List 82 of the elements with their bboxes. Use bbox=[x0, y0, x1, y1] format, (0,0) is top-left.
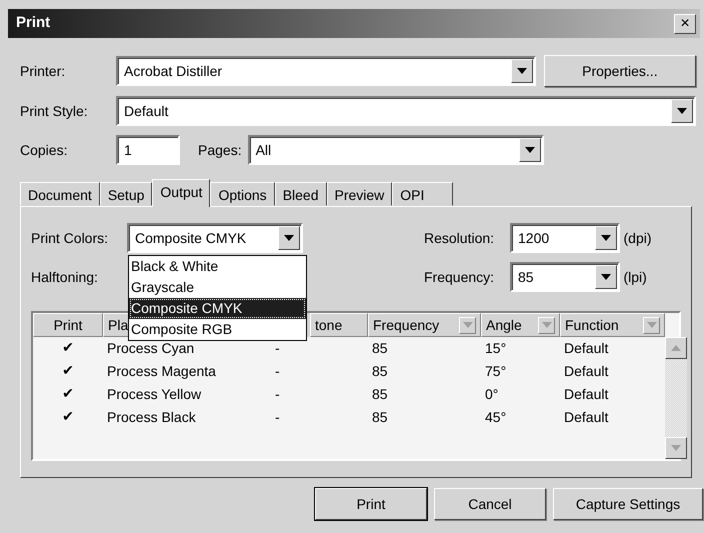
table-cell-text: 85 bbox=[371, 408, 389, 427]
sort-button[interactable] bbox=[538, 316, 555, 334]
sort-button[interactable] bbox=[643, 316, 660, 334]
caret-icon bbox=[671, 445, 681, 451]
pages-dropdown[interactable]: All bbox=[248, 135, 544, 165]
table-cell-text: Process Black bbox=[106, 408, 197, 427]
dropdown-option[interactable]: Composite RGB bbox=[129, 319, 306, 340]
table-cell-text: 75° bbox=[484, 362, 508, 381]
caret-icon bbox=[601, 274, 611, 280]
table-cell-text: 45° bbox=[484, 408, 508, 427]
copies-field[interactable]: 1 bbox=[116, 135, 180, 165]
tab[interactable]: Options bbox=[210, 182, 275, 206]
tab[interactable]: Setup bbox=[100, 182, 152, 206]
table-cell-text: - bbox=[274, 362, 281, 381]
properties-button[interactable]: Properties... bbox=[544, 55, 696, 87]
dialog-button[interactable]: Cancel bbox=[434, 488, 546, 520]
scroll-button[interactable] bbox=[665, 437, 687, 459]
field-label: Print Style: bbox=[20, 102, 89, 121]
field-label: Frequency: bbox=[424, 268, 496, 287]
table-cell-text: - bbox=[274, 408, 281, 427]
tab[interactable]: Preview bbox=[326, 182, 392, 206]
print-style-dropdown[interactable]: Default bbox=[116, 96, 696, 126]
caret-icon bbox=[462, 322, 472, 328]
tab[interactable]: Document bbox=[20, 182, 100, 206]
table-cell-text: 85 bbox=[371, 385, 389, 404]
field-label: Printer: bbox=[20, 62, 66, 80]
column-header[interactable]: Frequency bbox=[368, 313, 481, 337]
resolution-dropdown[interactable]: 1200 bbox=[510, 223, 620, 253]
check-cell-text: ✔ bbox=[61, 408, 75, 427]
caret-icon bbox=[542, 322, 552, 328]
caret-icon bbox=[601, 235, 611, 241]
scroll-button[interactable] bbox=[665, 337, 687, 359]
check-cell-text: ✔ bbox=[61, 385, 75, 404]
window-title: Print bbox=[16, 13, 50, 34]
column-header[interactable]: tone bbox=[310, 313, 368, 337]
table-cell-text: 15° bbox=[484, 339, 508, 358]
caret-icon bbox=[524, 147, 535, 153]
close-button[interactable]: × bbox=[674, 14, 696, 34]
field-label: Resolution: bbox=[424, 228, 496, 248]
sort-button[interactable] bbox=[459, 316, 476, 334]
dropdown-menu[interactable]: Black & White Grayscale Composite CMYK Composite RGB bbox=[128, 255, 307, 341]
field-label: Print Colors: bbox=[31, 228, 110, 248]
check-cell-text: ✔ bbox=[61, 339, 75, 358]
dropdown-option[interactable]: Grayscale bbox=[129, 277, 306, 298]
table-cell-text: Process Cyan bbox=[106, 339, 196, 358]
table-cell-text: Default bbox=[563, 362, 610, 381]
print-colors-dropdown[interactable]: Composite CMYK bbox=[127, 223, 303, 253]
unit-label: (lpi) bbox=[624, 268, 647, 287]
table-cell-text: - bbox=[274, 339, 281, 358]
column-header[interactable]: Print bbox=[33, 313, 103, 337]
up-arrow-icon bbox=[671, 345, 681, 351]
table-cell-text: 85 bbox=[371, 339, 389, 358]
tab[interactable]: OPI bbox=[392, 182, 454, 206]
caret-icon bbox=[646, 322, 656, 328]
table-cell-text: Process Yellow bbox=[106, 385, 202, 404]
column-header[interactable]: Angle bbox=[481, 313, 560, 337]
table-cell-text: Default bbox=[563, 339, 610, 358]
table-cell-text: Process Magenta bbox=[106, 362, 217, 381]
table-cell-text: 85 bbox=[371, 362, 389, 381]
dialog-button[interactable]: Print bbox=[315, 488, 427, 520]
table-cell-text: Default bbox=[563, 385, 610, 404]
scrollbar[interactable] bbox=[665, 337, 687, 459]
table-cell-text: 0° bbox=[484, 385, 500, 404]
check-cell-text: ✔ bbox=[61, 362, 75, 381]
unit-label: (dpi) bbox=[624, 228, 652, 248]
dropdown-option[interactable]: Black & White bbox=[129, 256, 306, 277]
field-label: Halftoning: bbox=[31, 268, 99, 287]
table-cell-text: Default bbox=[563, 408, 610, 427]
caret-icon bbox=[677, 108, 687, 114]
column-header[interactable]: Pla bbox=[103, 313, 131, 337]
table-cell-text: - bbox=[274, 385, 281, 404]
printer-dropdown[interactable]: Acrobat Distiller bbox=[116, 56, 536, 86]
column-header[interactable]: Function bbox=[560, 313, 665, 337]
dialog-button[interactable]: Capture Settings bbox=[553, 488, 703, 520]
field-label: Pages: bbox=[198, 140, 242, 160]
caret-icon bbox=[516, 68, 527, 74]
frequency-dropdown[interactable]: 85 bbox=[510, 262, 620, 292]
tab[interactable]: Bleed bbox=[274, 182, 326, 206]
tab[interactable]: Output bbox=[152, 179, 210, 207]
caret-icon bbox=[284, 235, 294, 241]
dropdown-option[interactable]: Composite CMYK bbox=[129, 298, 306, 319]
field-label: Copies: bbox=[20, 140, 68, 160]
